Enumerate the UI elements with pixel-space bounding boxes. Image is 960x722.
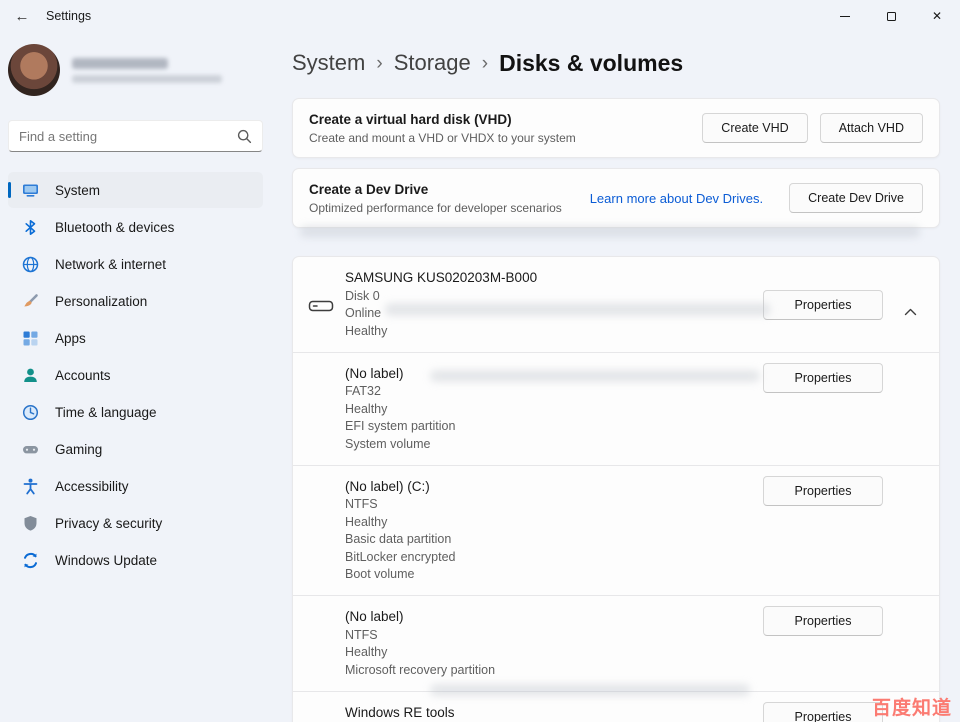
sidebar-item-gaming[interactable]: Gaming xyxy=(8,431,263,467)
update-arrows-icon xyxy=(21,551,40,570)
breadcrumb-separator-icon: › xyxy=(482,52,488,75)
search-input[interactable] xyxy=(19,129,237,144)
volume-row: (No label) (C:) NTFS Healthy Basic data … xyxy=(293,466,939,596)
clock-icon xyxy=(21,403,40,422)
sidebar-item-network-internet[interactable]: Network & internet xyxy=(8,246,263,282)
breadcrumb-system[interactable]: System xyxy=(292,50,365,76)
bluetooth-icon xyxy=(21,218,40,237)
avatar xyxy=(8,44,60,96)
disk-list-card: SAMSUNG KUS020203M-B000 Disk 0 Online He… xyxy=(292,256,940,722)
properties-button[interactable]: Properties xyxy=(763,476,883,506)
accessibility-person-icon xyxy=(21,477,40,496)
breadcrumb-storage[interactable]: Storage xyxy=(394,50,471,76)
disk-row: SAMSUNG KUS020203M-B000 Disk 0 Online He… xyxy=(293,257,939,352)
window-title: Settings xyxy=(46,9,91,23)
search-icon xyxy=(237,129,252,144)
volume-partition-type: Basic data partition xyxy=(345,533,923,546)
disk-health: Healthy xyxy=(345,325,923,338)
sidebar-item-label: Privacy & security xyxy=(55,516,162,531)
apps-grid-icon xyxy=(21,329,40,348)
search-box[interactable] xyxy=(8,120,263,152)
volume-row: (No label) FAT32 Healthy EFI system part… xyxy=(293,353,939,465)
sidebar-item-system[interactable]: System xyxy=(8,172,263,208)
sidebar-item-label: Accessibility xyxy=(55,479,129,494)
minimize-button[interactable] xyxy=(822,0,868,32)
system-icon xyxy=(21,181,40,200)
attach-vhd-button[interactable]: Attach VHD xyxy=(820,113,923,143)
vhd-card-title: Create a virtual hard disk (VHD) xyxy=(309,112,702,127)
sidebar-item-label: Accounts xyxy=(55,368,111,383)
person-icon xyxy=(21,366,40,385)
sidebar: System Bluetooth & devices Network & int… xyxy=(0,32,282,722)
sidebar-item-label: Time & language xyxy=(55,405,157,420)
dev-drive-card-subtitle: Optimized performance for developer scen… xyxy=(309,201,590,215)
page-title: Disks & volumes xyxy=(499,50,683,77)
disk-title: SAMSUNG KUS020203M-B000 xyxy=(345,270,923,285)
vhd-card-subtitle: Create and mount a VHD or VHDX to your s… xyxy=(309,131,702,145)
volume-role: System volume xyxy=(345,438,923,451)
sidebar-item-personalization[interactable]: Personalization xyxy=(8,283,263,319)
sidebar-item-label: Personalization xyxy=(55,294,147,309)
chevron-up-icon[interactable] xyxy=(900,299,921,325)
shield-icon xyxy=(21,514,40,533)
sidebar-item-time-language[interactable]: Time & language xyxy=(8,394,263,430)
properties-button[interactable]: Properties xyxy=(763,702,883,722)
properties-button[interactable]: Properties xyxy=(763,363,883,393)
user-profile[interactable] xyxy=(8,38,270,102)
close-button[interactable]: ✕ xyxy=(914,0,960,32)
sidebar-item-label: System xyxy=(55,183,100,198)
dev-drive-learn-more-link[interactable]: Learn more about Dev Drives. xyxy=(590,191,763,206)
vhd-card: Create a virtual hard disk (VHD) Create … xyxy=(292,98,940,158)
sidebar-item-apps[interactable]: Apps xyxy=(8,320,263,356)
volume-encryption: BitLocker encrypted xyxy=(345,551,923,564)
volume-health: Healthy xyxy=(345,516,923,529)
sidebar-item-label: Windows Update xyxy=(55,553,157,568)
sidebar-item-bluetooth-devices[interactable]: Bluetooth & devices xyxy=(8,209,263,245)
titlebar: ← Settings ✕ xyxy=(0,0,960,32)
volume-health: Healthy xyxy=(345,403,923,416)
breadcrumb: System › Storage › Disks & volumes xyxy=(292,48,940,78)
paintbrush-icon xyxy=(21,292,40,311)
sidebar-nav: System Bluetooth & devices Network & int… xyxy=(8,172,270,578)
volume-partition-type: EFI system partition xyxy=(345,420,923,433)
sidebar-item-label: Apps xyxy=(55,331,86,346)
sidebar-item-windows-update[interactable]: Windows Update xyxy=(8,542,263,578)
watermark: 百度知道 xyxy=(872,693,952,720)
sidebar-item-privacy-security[interactable]: Privacy & security xyxy=(8,505,263,541)
sidebar-item-label: Gaming xyxy=(55,442,102,457)
sidebar-item-label: Bluetooth & devices xyxy=(55,220,174,235)
globe-icon xyxy=(21,255,40,274)
volume-row: Windows RE tools NTFS Healthy Properties xyxy=(293,692,939,722)
user-name-blurred xyxy=(72,58,222,83)
sidebar-item-label: Network & internet xyxy=(55,257,166,272)
maximize-button[interactable] xyxy=(868,0,914,32)
gamepad-icon xyxy=(21,440,40,459)
breadcrumb-separator-icon: › xyxy=(376,52,382,75)
properties-button[interactable]: Properties xyxy=(763,606,883,636)
dev-drive-card-title: Create a Dev Drive xyxy=(309,182,590,197)
close-icon: ✕ xyxy=(932,9,942,23)
back-button[interactable]: ← xyxy=(6,0,38,32)
main-content: System › Storage › Disks & volumes Creat… xyxy=(282,32,960,722)
sidebar-item-accessibility[interactable]: Accessibility xyxy=(8,468,263,504)
maximize-icon xyxy=(887,12,896,21)
sidebar-item-accounts[interactable]: Accounts xyxy=(8,357,263,393)
create-dev-drive-button[interactable]: Create Dev Drive xyxy=(789,183,923,213)
volume-role: Boot volume xyxy=(345,568,923,581)
minimize-icon xyxy=(840,16,850,17)
volume-health: Healthy xyxy=(345,646,923,659)
volume-row: (No label) NTFS Healthy Microsoft recove… xyxy=(293,596,939,691)
ssd-disk-icon xyxy=(308,297,334,320)
properties-button[interactable]: Properties xyxy=(763,290,883,320)
back-arrow-icon: ← xyxy=(15,8,30,25)
dev-drive-card: Create a Dev Drive Optimized performance… xyxy=(292,168,940,228)
volume-partition-type: Microsoft recovery partition xyxy=(345,664,923,677)
create-vhd-button[interactable]: Create VHD xyxy=(702,113,807,143)
